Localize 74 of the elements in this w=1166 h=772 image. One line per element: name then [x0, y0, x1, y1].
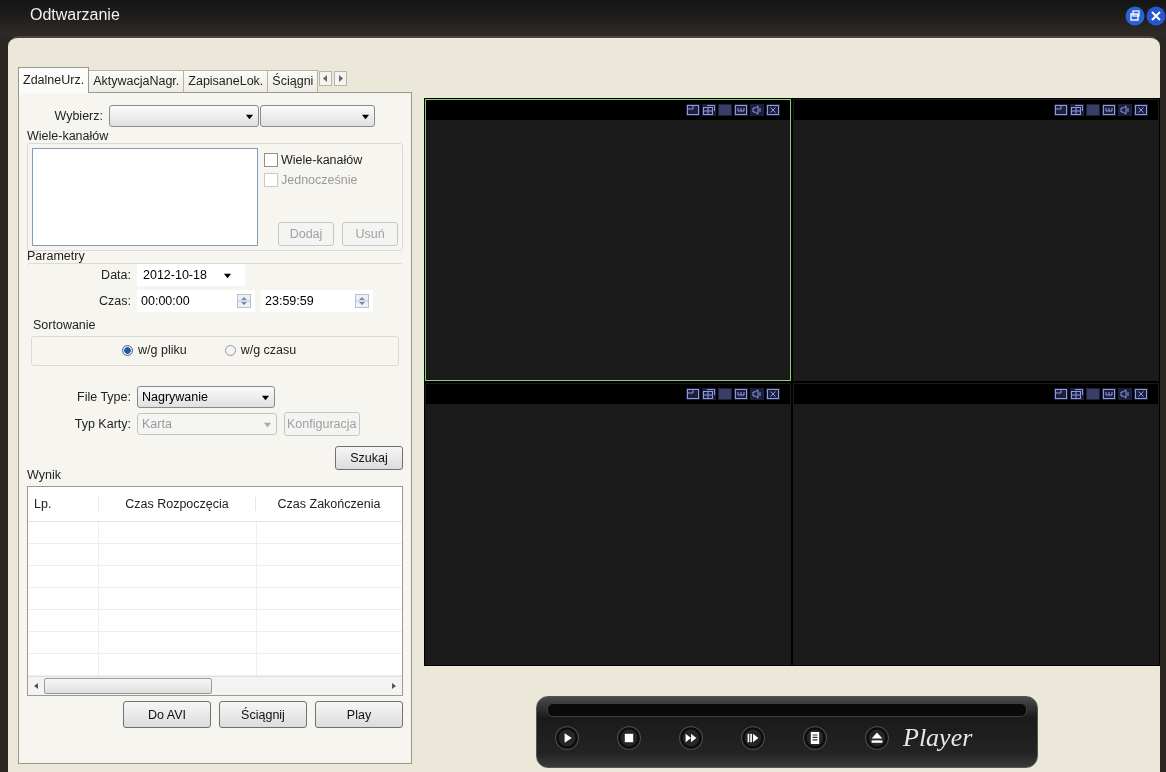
- list-button[interactable]: [803, 726, 827, 750]
- restore-icon[interactable]: [1125, 6, 1145, 26]
- group-title: Wiele-kanałów: [27, 129, 109, 143]
- date-picker[interactable]: 2012-10-18: [137, 264, 245, 286]
- video-cell[interactable]: [425, 99, 791, 381]
- label: Wybierz:: [53, 109, 103, 123]
- record-icon[interactable]: [1102, 388, 1116, 400]
- checkbox[interactable]: Wiele-kanałów: [264, 150, 398, 170]
- spinner-icon[interactable]: [355, 294, 369, 308]
- label: Czas:: [98, 294, 131, 308]
- dropdown[interactable]: Nagrywanie: [137, 386, 275, 408]
- close-icon[interactable]: [1146, 6, 1166, 26]
- close-icon[interactable]: [766, 104, 780, 116]
- speaker-icon[interactable]: [1118, 388, 1132, 400]
- search-button[interactable]: Szukaj: [335, 446, 403, 470]
- column-header[interactable]: Czas Zakończenia: [256, 497, 402, 511]
- group-title: Sortowanie: [33, 318, 96, 332]
- record-icon[interactable]: [1102, 104, 1116, 116]
- eject-button[interactable]: [865, 726, 889, 750]
- tab[interactable]: ZapisaneLok.: [183, 70, 269, 92]
- quad-view-icon[interactable]: [702, 388, 716, 400]
- checkbox: Jednocześnie: [264, 170, 398, 190]
- button[interactable]: Do AVI: [123, 701, 211, 728]
- group-title: Parametry: [27, 249, 85, 263]
- window-title: Odtwarzanie: [30, 6, 120, 24]
- label: Data:: [100, 268, 131, 282]
- scroll-right-icon[interactable]: [334, 71, 348, 86]
- single-view-icon[interactable]: [1054, 104, 1068, 116]
- video-cell[interactable]: [425, 383, 791, 665]
- scroll-left-icon[interactable]: [32, 681, 40, 691]
- single-view-icon[interactable]: [1054, 388, 1068, 400]
- label: File Type:: [76, 390, 131, 404]
- speaker-icon[interactable]: [1118, 104, 1132, 116]
- spinner-icon[interactable]: [237, 294, 251, 308]
- group-title: Wynik: [27, 468, 61, 482]
- quad-view-icon[interactable]: [1070, 104, 1084, 116]
- horizontal-scrollbar[interactable]: [28, 676, 402, 695]
- radio-button[interactable]: w/g pliku: [122, 343, 187, 357]
- player-logo: Player: [903, 723, 973, 753]
- scroll-left-icon[interactable]: [319, 71, 333, 86]
- speaker-icon[interactable]: [750, 104, 764, 116]
- tab[interactable]: ZdalneUrz.: [18, 67, 90, 93]
- record-icon[interactable]: [734, 104, 748, 116]
- label: Typ Karty:: [73, 417, 131, 431]
- button[interactable]: Ściągnij: [219, 701, 307, 728]
- video-cell[interactable]: [793, 383, 1159, 665]
- quad-view-icon[interactable]: [702, 104, 716, 116]
- fast-forward-button[interactable]: [679, 726, 703, 750]
- single-view-icon[interactable]: [686, 104, 700, 116]
- quad-view-icon[interactable]: [1070, 388, 1084, 400]
- progress-track[interactable]: [547, 703, 1027, 717]
- single-view-icon[interactable]: [686, 388, 700, 400]
- radio-button[interactable]: w/g czasu: [224, 343, 297, 357]
- record-icon[interactable]: [734, 388, 748, 400]
- close-icon[interactable]: [1134, 104, 1148, 116]
- scroll-right-icon[interactable]: [390, 681, 398, 691]
- scroll-thumb[interactable]: [44, 678, 212, 694]
- tab[interactable]: AktywacjaNagr.: [88, 70, 185, 92]
- dropdown[interactable]: [260, 105, 375, 127]
- tab[interactable]: Ściągni: [267, 70, 319, 92]
- close-icon[interactable]: [1134, 388, 1148, 400]
- channel-list[interactable]: [32, 148, 258, 246]
- dropdown[interactable]: [109, 105, 259, 127]
- button[interactable]: Play: [315, 701, 403, 728]
- speaker-icon[interactable]: [750, 388, 764, 400]
- close-icon[interactable]: [766, 388, 780, 400]
- time-field[interactable]: 23:59:59: [261, 290, 373, 312]
- play-button[interactable]: [555, 726, 579, 750]
- step-button[interactable]: [741, 726, 765, 750]
- video-cell[interactable]: [793, 99, 1159, 381]
- column-header[interactable]: Czas Rozpoczęcia: [98, 497, 256, 511]
- stop-button[interactable]: [617, 726, 641, 750]
- column-header[interactable]: Lp.: [28, 497, 98, 511]
- time-field[interactable]: 00:00:00: [137, 290, 255, 312]
